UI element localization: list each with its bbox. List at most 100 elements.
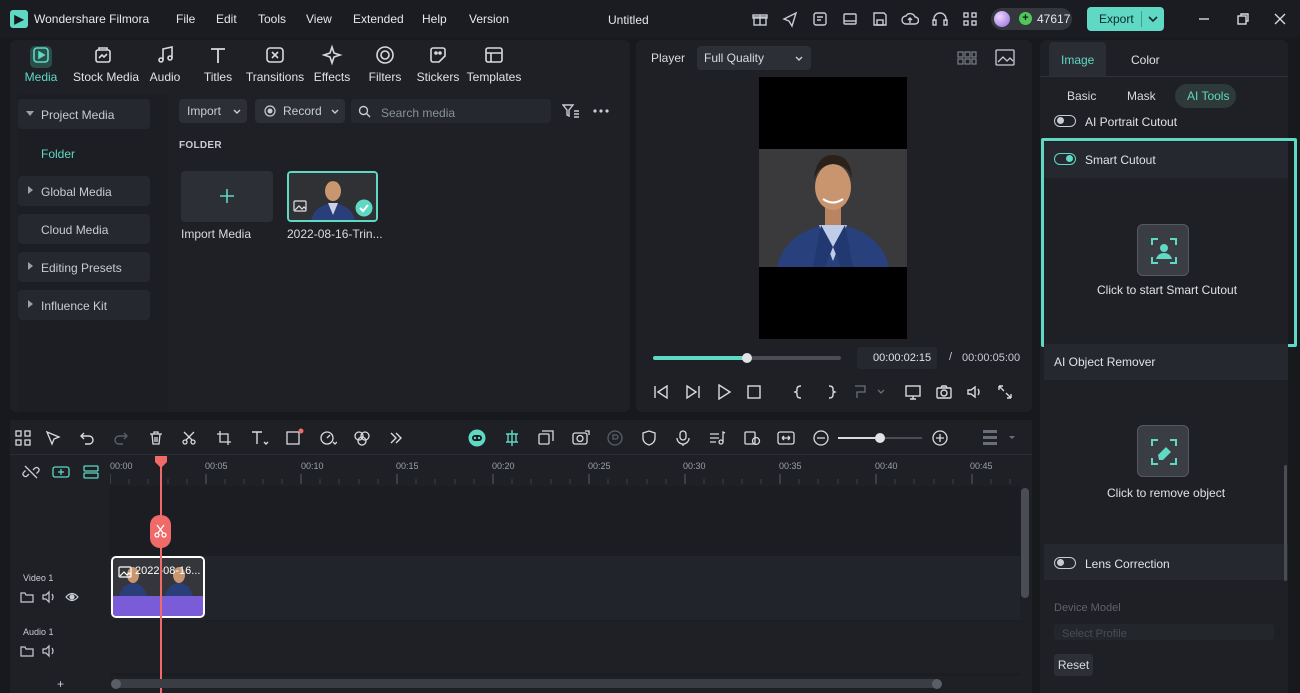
unlink-icon[interactable] [22, 463, 40, 481]
camera-snapshot-icon[interactable] [935, 383, 953, 401]
tab-stock-media[interactable]: Stock Media [73, 44, 139, 90]
filter-sort-icon[interactable] [562, 103, 580, 119]
volume-icon[interactable] [965, 383, 983, 401]
avatar[interactable] [994, 11, 1010, 27]
template-icon[interactable] [811, 10, 829, 28]
save-icon[interactable] [871, 10, 889, 28]
media-clip-thumbnail[interactable] [287, 171, 378, 222]
text-tool-icon[interactable] [250, 430, 270, 446]
tab-image[interactable]: Image [1061, 53, 1094, 67]
split-button[interactable] [150, 515, 171, 548]
chevron-down-icon[interactable] [1146, 11, 1160, 27]
send-icon[interactable] [781, 10, 799, 28]
shape-tool-icon[interactable] [285, 428, 305, 446]
grid-view-icon[interactable] [957, 50, 977, 66]
zoom-slider-handle[interactable] [875, 433, 885, 443]
minimize-icon[interactable] [1195, 10, 1213, 28]
disabled-tool-icon[interactable] [606, 429, 624, 447]
add-video-track-icon[interactable] [51, 463, 71, 481]
account-credits[interactable]: + 47617 [991, 8, 1072, 30]
sidebar-item-cloud-media[interactable]: Cloud Media [18, 214, 150, 244]
select-pointer-icon[interactable] [45, 430, 61, 446]
apps-grid-icon[interactable] [961, 10, 979, 28]
sidebar-item-editing-presets[interactable]: Editing Presets [18, 252, 150, 282]
subtab-ai-tools[interactable]: AI Tools [1187, 89, 1229, 103]
scrollbar-end-handle[interactable] [932, 679, 942, 689]
layout-grid-icon[interactable] [15, 430, 31, 446]
display-monitor-icon[interactable] [904, 383, 922, 401]
cloud-upload-icon[interactable] [901, 10, 919, 28]
delete-icon[interactable] [148, 430, 164, 446]
color-circles-icon[interactable] [353, 430, 371, 446]
menu-file[interactable]: File [176, 12, 195, 26]
playback-scrubber[interactable] [742, 353, 752, 363]
mark-in-icon[interactable] [790, 383, 808, 401]
reset-button[interactable]: Reset [1054, 654, 1093, 676]
eye-icon[interactable] [65, 590, 79, 604]
tab-audio[interactable]: Audio [135, 44, 195, 90]
microphone-icon[interactable] [674, 429, 692, 447]
timeline-vertical-scrollbar[interactable] [1021, 488, 1029, 598]
tab-templates[interactable]: Templates [464, 44, 524, 90]
speed-icon[interactable] [319, 430, 337, 446]
ai-portrait-toggle[interactable] [1054, 115, 1076, 127]
add-credits-icon[interactable]: + [1019, 12, 1032, 25]
speaker-icon[interactable] [42, 590, 56, 604]
stop-icon[interactable] [745, 383, 763, 401]
shield-icon[interactable] [640, 429, 658, 447]
properties-scrollbar[interactable] [1284, 465, 1287, 581]
gift-icon[interactable] [751, 10, 769, 28]
restore-icon[interactable] [1234, 10, 1252, 28]
zoom-in-icon[interactable] [931, 429, 949, 447]
menu-edit[interactable]: Edit [216, 12, 237, 26]
ai-robot-icon[interactable] [468, 429, 486, 447]
redo-icon[interactable] [113, 430, 129, 446]
folder-icon[interactable] [20, 590, 34, 604]
undo-icon[interactable] [79, 430, 95, 446]
select-profile-dropdown[interactable]: Select Profile [1054, 624, 1274, 640]
more-options-icon[interactable] [592, 104, 610, 118]
menu-version[interactable]: Version [469, 12, 509, 26]
zoom-out-icon[interactable] [812, 429, 830, 447]
sidebar-item-influence-kit[interactable]: Influence Kit [18, 290, 150, 320]
export-button[interactable]: Export [1087, 7, 1164, 31]
timeline-horizontal-scrollbar[interactable] [115, 679, 940, 688]
snapshot-image-icon[interactable] [995, 49, 1015, 66]
sidebar-item-project-media[interactable]: Project Media [18, 99, 150, 129]
folder-icon[interactable] [20, 644, 34, 658]
lens-correction-toggle[interactable] [1054, 557, 1076, 569]
fit-timeline-icon[interactable] [777, 429, 795, 447]
record-voiceover-icon[interactable] [571, 429, 591, 447]
import-media-tile[interactable] [181, 171, 273, 222]
playhead-handle-icon[interactable] [154, 456, 168, 468]
object-remover-button[interactable] [1137, 425, 1189, 477]
scrollbar-start-handle[interactable] [111, 679, 121, 689]
play-icon[interactable] [715, 383, 733, 401]
tab-stickers[interactable]: Stickers [408, 44, 468, 90]
add-track-icon[interactable]: + [57, 677, 64, 691]
layout-icon[interactable] [841, 10, 859, 28]
audio-mix-icon[interactable] [708, 429, 726, 447]
next-frame-icon[interactable] [684, 383, 702, 401]
crop-icon[interactable] [216, 430, 232, 446]
sidebar-item-global-media[interactable]: Global Media [18, 176, 150, 206]
tab-titles[interactable]: Titles [188, 44, 248, 90]
record-dropdown[interactable]: Record [255, 99, 345, 123]
menu-view[interactable]: View [306, 12, 332, 26]
quality-dropdown[interactable]: Full Quality [697, 46, 811, 70]
previous-frame-icon[interactable] [652, 383, 670, 401]
timeline-layout-icon[interactable] [981, 428, 1015, 448]
import-dropdown[interactable]: Import [179, 99, 247, 123]
video-clip[interactable]: 2022-08-16... [111, 556, 205, 618]
fullscreen-icon[interactable] [996, 383, 1014, 401]
close-icon[interactable] [1271, 10, 1289, 28]
replace-media-icon[interactable] [743, 429, 761, 447]
tab-filters[interactable]: Filters [355, 44, 415, 90]
menu-extended[interactable]: Extended [353, 12, 404, 26]
marker-icon[interactable] [852, 383, 886, 401]
subtab-mask[interactable]: Mask [1127, 89, 1156, 103]
menu-help[interactable]: Help [422, 12, 447, 26]
speaker-icon[interactable] [42, 644, 56, 658]
magnet-snap-icon[interactable] [503, 429, 521, 447]
tab-color[interactable]: Color [1131, 53, 1160, 67]
